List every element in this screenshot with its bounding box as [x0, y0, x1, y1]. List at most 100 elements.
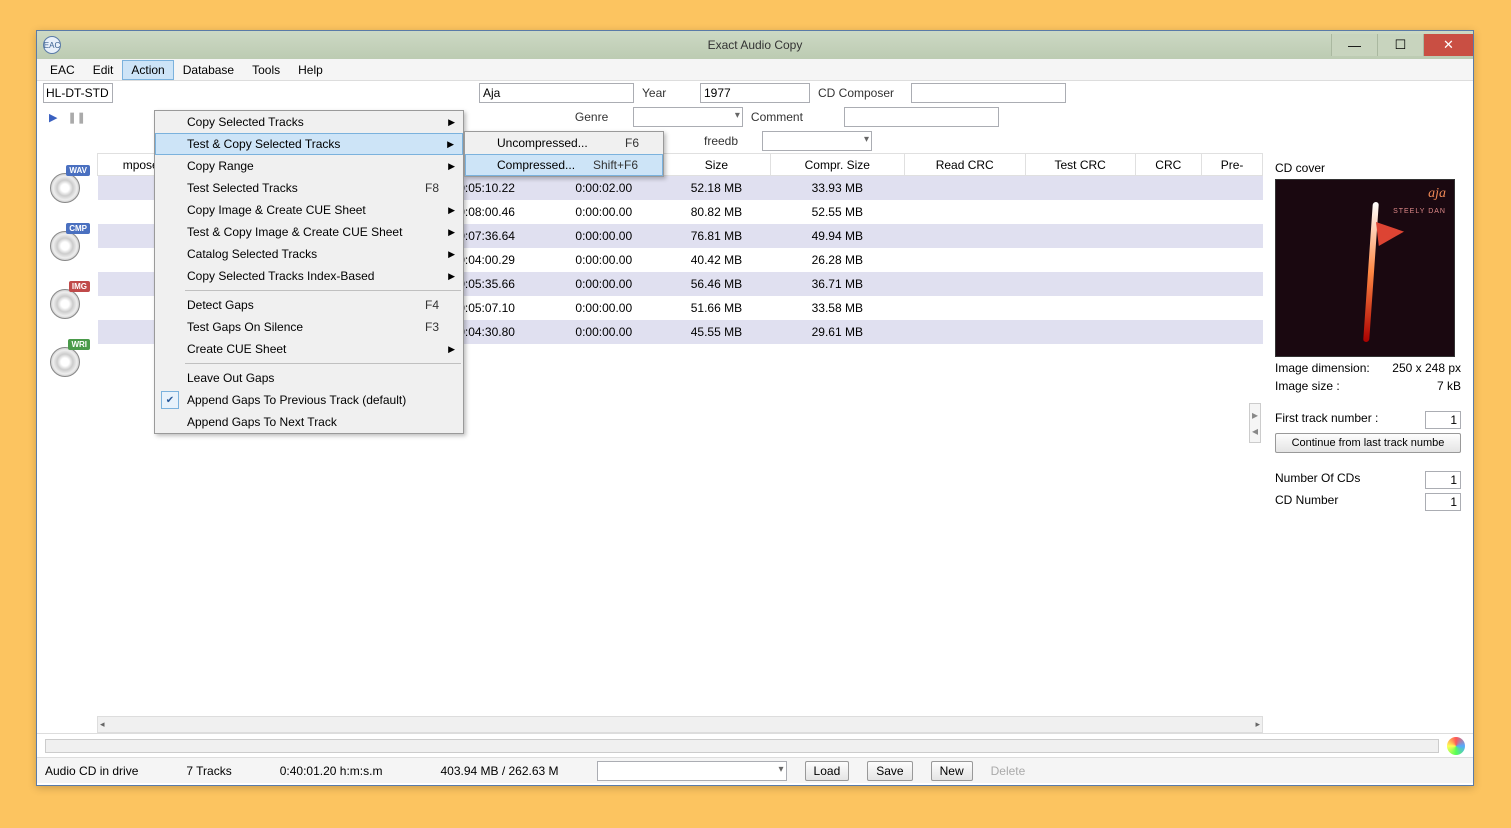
profile-combo[interactable]: [597, 761, 787, 781]
menu-item[interactable]: Catalog Selected Tracks▶: [155, 243, 463, 265]
column-header[interactable]: CRC: [1135, 154, 1202, 176]
cd-num-input[interactable]: [1425, 493, 1461, 511]
album-title-input[interactable]: [479, 83, 634, 103]
submenu-arrow-icon: ▶: [448, 249, 455, 260]
shortcut-label: F6: [625, 136, 639, 150]
menu-item[interactable]: Copy Range▶: [155, 155, 463, 177]
new-button[interactable]: New: [931, 761, 973, 781]
image-dim-value: 250 x 248 px: [1392, 361, 1461, 375]
year-input[interactable]: [700, 83, 810, 103]
maximize-button[interactable]: ☐: [1377, 34, 1423, 56]
composer-label: CD Composer: [818, 86, 903, 100]
menu-item[interactable]: Copy Image & Create CUE Sheet▶: [155, 199, 463, 221]
titlebar: EAC Exact Audio Copy — ☐ ✕: [37, 31, 1473, 59]
cover-image: aja STEELY DAN: [1275, 179, 1455, 357]
status-drive: Audio CD in drive: [45, 764, 138, 778]
submenu-arrow-icon: ▶: [448, 117, 455, 128]
activity-icon: [1447, 737, 1465, 755]
menu-item[interactable]: Copy Selected Tracks▶: [155, 111, 463, 133]
image-size-label: Image size :: [1275, 379, 1340, 393]
menu-database[interactable]: Database: [174, 60, 243, 80]
submenu-arrow-icon: ▶: [448, 344, 455, 355]
sidebar-img-icon[interactable]: IMG: [44, 281, 90, 321]
column-header[interactable]: Compr. Size: [770, 154, 904, 176]
first-track-label: First track number :: [1275, 411, 1378, 429]
load-button[interactable]: Load: [805, 761, 850, 781]
drive-text: HL-DT-STD: [46, 86, 109, 100]
comment-label: Comment: [751, 110, 836, 124]
submenu-arrow-icon: ▶: [448, 161, 455, 172]
genre-combo[interactable]: [633, 107, 743, 127]
left-sidebar: WAV CMP IMG WRI: [37, 153, 97, 733]
shortcut-label: F3: [425, 320, 439, 334]
genre-label: Genre: [575, 110, 625, 124]
menu-action[interactable]: Action: [122, 60, 173, 80]
column-header[interactable]: Pre-: [1202, 154, 1263, 176]
cover-label: CD cover: [1275, 161, 1461, 175]
menu-item[interactable]: Test Gaps On SilenceF3: [155, 316, 463, 338]
continue-numbering-button[interactable]: Continue from last track numbe: [1275, 433, 1461, 453]
menu-item[interactable]: Detect GapsF4: [155, 294, 463, 316]
status-bar: Audio CD in drive 7 Tracks 0:40:01.20 h:…: [37, 757, 1473, 783]
year-label: Year: [642, 86, 692, 100]
cover-album-title: aja: [1428, 186, 1446, 202]
menu-edit[interactable]: Edit: [84, 60, 123, 80]
save-button[interactable]: Save: [867, 761, 912, 781]
menu-eac[interactable]: EAC: [41, 60, 84, 80]
progress-bar[interactable]: [45, 739, 1439, 753]
cover-artist: STEELY DAN: [1393, 208, 1446, 215]
menu-item[interactable]: Test & Copy Selected Tracks▶: [155, 133, 463, 155]
menu-item[interactable]: Create CUE Sheet▶: [155, 338, 463, 360]
submenu-arrow-icon: ▶: [448, 271, 455, 282]
delete-button[interactable]: Delete: [991, 764, 1026, 778]
drive-selector[interactable]: HL-DT-STD: [43, 83, 113, 103]
freedb-combo[interactable]: [762, 131, 872, 151]
panel-collapse-handle[interactable]: ▸◂: [1249, 403, 1261, 443]
status-time: 0:40:01.20 h:m:s.m: [280, 764, 383, 778]
close-button[interactable]: ✕: [1423, 34, 1473, 56]
menu-item[interactable]: Leave Out Gaps: [155, 367, 463, 389]
minimize-button[interactable]: —: [1331, 34, 1377, 56]
column-header[interactable]: Size: [662, 154, 770, 176]
submenu-arrow-icon: ▶: [448, 227, 455, 238]
menu-help[interactable]: Help: [289, 60, 332, 80]
column-header[interactable]: Test CRC: [1025, 154, 1135, 176]
shortcut-label: F8: [425, 181, 439, 195]
column-header[interactable]: Read CRC: [904, 154, 1025, 176]
window-title: Exact Audio Copy: [708, 38, 803, 52]
sidebar-wav-icon[interactable]: WAV: [44, 165, 90, 205]
play-icon[interactable]: ▶: [49, 111, 57, 124]
horizontal-scrollbar[interactable]: [97, 716, 1263, 733]
menu-item[interactable]: Test & Copy Image & Create CUE Sheet▶: [155, 221, 463, 243]
image-dim-label: Image dimension:: [1275, 361, 1370, 375]
first-track-input[interactable]: [1425, 411, 1461, 429]
composer-input[interactable]: [911, 83, 1066, 103]
menu-item[interactable]: Append Gaps To Next Track: [155, 411, 463, 433]
image-size-value: 7 kB: [1437, 379, 1461, 393]
menu-tools[interactable]: Tools: [243, 60, 289, 80]
menu-item[interactable]: ✔Append Gaps To Previous Track (default): [155, 389, 463, 411]
num-cds-input[interactable]: [1425, 471, 1461, 489]
sidebar-cmp-icon[interactable]: CMP: [44, 223, 90, 263]
progress-row: [37, 733, 1473, 757]
action-menu-dropdown: Copy Selected Tracks▶Test & Copy Selecte…: [154, 110, 464, 434]
status-tracks: 7 Tracks: [186, 764, 231, 778]
menu-item[interactable]: Uncompressed...F6: [465, 132, 663, 154]
comment-input[interactable]: [844, 107, 999, 127]
menu-item[interactable]: Test Selected TracksF8: [155, 177, 463, 199]
cd-num-label: CD Number: [1275, 493, 1338, 511]
num-cds-label: Number Of CDs: [1275, 471, 1360, 489]
menu-item[interactable]: Compressed...Shift+F6: [465, 154, 663, 176]
pause-icon[interactable]: ❚❚: [67, 111, 85, 124]
check-icon: ✔: [161, 391, 179, 409]
menubar: EACEditActionDatabaseToolsHelp: [37, 59, 1473, 81]
right-panel: ▸◂ CD cover aja STEELY DAN Image dimensi…: [1263, 153, 1473, 733]
submenu-arrow-icon: ▶: [448, 205, 455, 216]
app-window: EAC Exact Audio Copy — ☐ ✕ EACEditAction…: [36, 30, 1474, 786]
shortcut-label: Shift+F6: [593, 158, 638, 172]
status-size: 403.94 MB / 262.63 M: [440, 764, 558, 778]
app-icon: EAC: [43, 36, 61, 54]
action-submenu-dropdown: Uncompressed...F6Compressed...Shift+F6: [464, 131, 664, 177]
menu-item[interactable]: Copy Selected Tracks Index-Based▶: [155, 265, 463, 287]
sidebar-wri-icon[interactable]: WRI: [44, 339, 90, 379]
